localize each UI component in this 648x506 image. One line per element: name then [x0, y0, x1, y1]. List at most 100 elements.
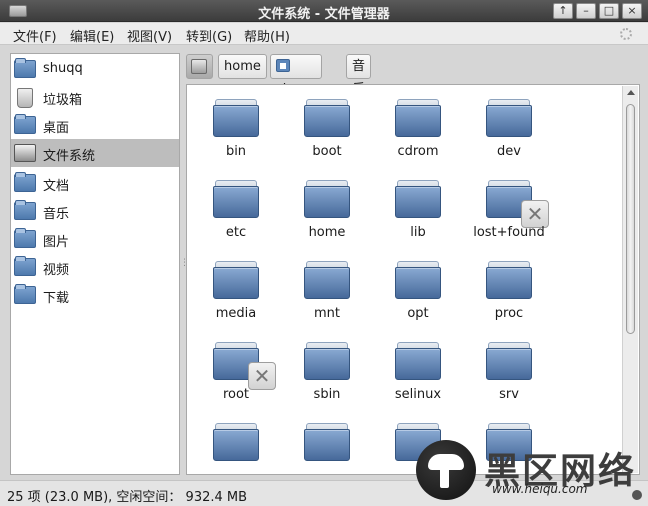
folder-name: root [222, 387, 250, 402]
minimize-button[interactable]: – [576, 3, 596, 19]
menu-file[interactable]: 文件(F) [13, 26, 57, 45]
folder-icon [14, 256, 36, 276]
folder-icon [213, 423, 259, 461]
folder-icon [486, 261, 532, 299]
sidebar-item-label: 垃圾箱 [43, 93, 83, 108]
folder-item[interactable]: boot [282, 85, 372, 166]
folder-item[interactable]: media [191, 247, 281, 328]
sidebar-item-home[interactable]: shuqq [11, 55, 179, 83]
crumb-home[interactable]: home [218, 54, 267, 79]
folder-item[interactable]: ✕ lost+found [464, 166, 554, 247]
folder-name: sbin [313, 387, 341, 402]
folder-icon [486, 342, 532, 380]
home-folder-icon [14, 58, 36, 78]
folder-item[interactable] [282, 409, 372, 474]
sidebar-item-label: 文档 [43, 179, 70, 194]
menu-edit[interactable]: 编辑(E) [70, 26, 114, 45]
folder-name: boot [312, 144, 342, 159]
folder-item[interactable]: bin [191, 85, 281, 166]
folder-icon [304, 342, 350, 380]
maximize-button[interactable]: □ [599, 3, 619, 19]
folder-icon [14, 200, 36, 220]
folder-icon [304, 180, 350, 218]
folder-icon [304, 261, 350, 299]
folder-item[interactable]: selinux [373, 328, 463, 409]
sidebar-item-label: 图片 [43, 235, 70, 250]
folder-item[interactable]: opt [373, 247, 463, 328]
sidebar-item-desktop[interactable]: 桌面 [11, 111, 179, 139]
trash-icon [17, 88, 33, 108]
menu-bar: 文件(F) 编辑(E) 视图(V) 转到(G) 帮助(H) [0, 23, 648, 45]
folder-name: selinux [394, 387, 442, 402]
folder-item[interactable]: mnt [282, 247, 372, 328]
folder-name: media [215, 306, 257, 321]
no-access-emblem-icon: ✕ [248, 362, 276, 390]
folder-item[interactable]: srv [464, 328, 554, 409]
watermark-logo: 黑区网络 www.heiqu.com [414, 440, 648, 502]
file-icon-view[interactable]: bin boot cdrom dev etc home lib ✕ lost+found medi… [186, 84, 640, 475]
folder-name: lost+found [473, 225, 545, 240]
folder-name: srv [499, 387, 519, 402]
folder-icon [395, 261, 441, 299]
watermark-stem [440, 468, 449, 488]
folder-icon [395, 342, 441, 380]
menu-help[interactable]: 帮助(H) [244, 26, 290, 45]
folder-item[interactable]: home [282, 166, 372, 247]
scroll-up-arrow-icon[interactable] [627, 90, 635, 95]
home-icon [276, 59, 290, 72]
folder-icon [304, 99, 350, 137]
menu-go[interactable]: 转到(G) [186, 26, 232, 45]
folder-item[interactable]: ✕ root [191, 328, 281, 409]
folder-item[interactable]: lib [373, 166, 463, 247]
crumb-music[interactable]: 音乐 [346, 54, 372, 97]
no-access-emblem-icon: ✕ [521, 200, 549, 228]
sidebar-item-label: 音乐 [43, 207, 70, 222]
crumb-shuqq[interactable]: shuqq [270, 54, 322, 97]
sidebar-item-documents[interactable]: 文档 [11, 169, 179, 197]
sidebar-item-downloads[interactable]: 下载 [11, 281, 179, 309]
scrollbar-thumb[interactable] [626, 104, 635, 334]
sidebar-item-music[interactable]: 音乐 [11, 197, 179, 225]
folder-icon [395, 99, 441, 137]
title-bar[interactable]: 文件系统 - 文件管理器 ↑ – □ × [0, 0, 648, 22]
folder-item[interactable] [191, 409, 281, 474]
folder-name: cdrom [397, 144, 439, 159]
folder-name: opt [407, 306, 429, 321]
watermark-url: www.heiqu.com [492, 482, 588, 496]
menu-view[interactable]: 视图(V) [127, 26, 172, 45]
folder-icon [213, 99, 259, 137]
folder-name: dev [497, 144, 521, 159]
folder-item[interactable]: sbin [282, 328, 372, 409]
folder-icon [486, 99, 532, 137]
folder-icon [14, 172, 36, 192]
sidebar-item-pictures[interactable]: 图片 [11, 225, 179, 253]
folder-icon [14, 228, 36, 248]
sidebar-item-label: 文件系统 [43, 149, 96, 164]
folder-name: lib [410, 225, 426, 240]
folder-name: home [308, 225, 346, 240]
sidebar-item-label: 桌面 [43, 121, 70, 136]
folder-name: bin [225, 144, 247, 159]
folder-name: proc [494, 306, 524, 321]
folder-item[interactable]: etc [191, 166, 281, 247]
folder-name: mnt [314, 306, 340, 321]
drive-icon [14, 144, 36, 162]
folder-icon [304, 423, 350, 461]
sidebar-item-videos[interactable]: 视频 [11, 253, 179, 281]
vertical-scrollbar[interactable] [622, 86, 638, 473]
sidebar-item-label: 下载 [43, 291, 70, 306]
folder-icon [213, 180, 259, 218]
window-up-button[interactable]: ↑ [553, 3, 573, 19]
folder-name: etc [225, 225, 247, 240]
places-sidebar: shuqq 垃圾箱 桌面 文件系统 文档 音乐 图片 视频 下载 [10, 53, 180, 475]
folder-item[interactable]: cdrom [373, 85, 463, 166]
sidebar-item-filesystem[interactable]: 文件系统 [11, 139, 179, 167]
sidebar-item-trash[interactable]: 垃圾箱 [11, 83, 179, 111]
path-toggle-button[interactable] [186, 54, 213, 79]
activity-spinner-icon [620, 28, 632, 40]
folder-item[interactable]: proc [464, 247, 554, 328]
sidebar-item-label: 视频 [43, 263, 70, 278]
folder-item[interactable]: dev [464, 85, 554, 166]
close-button[interactable]: × [622, 3, 642, 19]
folder-icon [213, 261, 259, 299]
